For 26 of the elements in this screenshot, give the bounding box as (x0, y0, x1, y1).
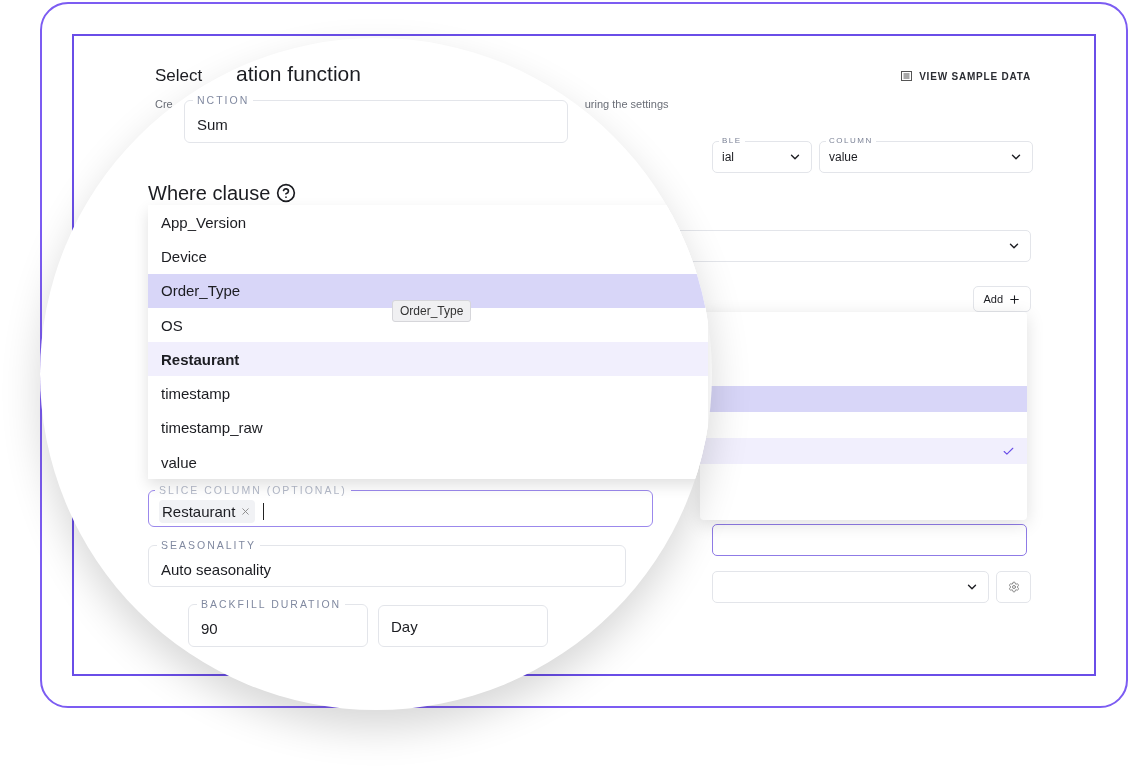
view-sample-data-button[interactable]: VIEW SAMPLE DATA (901, 70, 1031, 82)
list-option[interactable]: timestamp (148, 376, 708, 411)
backfill-unit-field[interactable]: Day (378, 605, 548, 648)
list-option[interactable]: Restaurant (148, 342, 708, 377)
settings-icon (1007, 581, 1020, 593)
tooltip: Order_Type (392, 300, 472, 322)
seasonality-field[interactable]: SEASONALITY Auto seasonality (148, 539, 626, 588)
slice-column-field[interactable]: SLICE COLUMN (OPTIONAL) Restaurant (148, 484, 653, 528)
tag-chip: Restaurant (159, 500, 256, 524)
heading-fragment: ation function (236, 62, 362, 87)
settings-button[interactable] (996, 571, 1031, 603)
list-option[interactable]: timestamp_raw (148, 410, 708, 446)
remove-icon[interactable] (240, 506, 252, 518)
subtitle-fragment: uring the settings (584, 98, 669, 110)
subtitle-fragment: Cre (155, 98, 173, 110)
input-field[interactable] (712, 524, 1027, 556)
add-button[interactable]: Add (973, 286, 1031, 312)
backfill-amount-field[interactable]: BACKFILL DURATION 90 (188, 598, 368, 648)
table-icon (901, 71, 913, 81)
function-field[interactable]: NCTION Sum (184, 94, 568, 143)
title-fragment: Select (155, 66, 203, 86)
dropdown-select[interactable] (712, 571, 989, 603)
plus-icon (1008, 292, 1021, 306)
text-cursor (263, 503, 265, 521)
help-icon[interactable] (276, 183, 297, 203)
section-heading: Where clause (148, 181, 271, 205)
